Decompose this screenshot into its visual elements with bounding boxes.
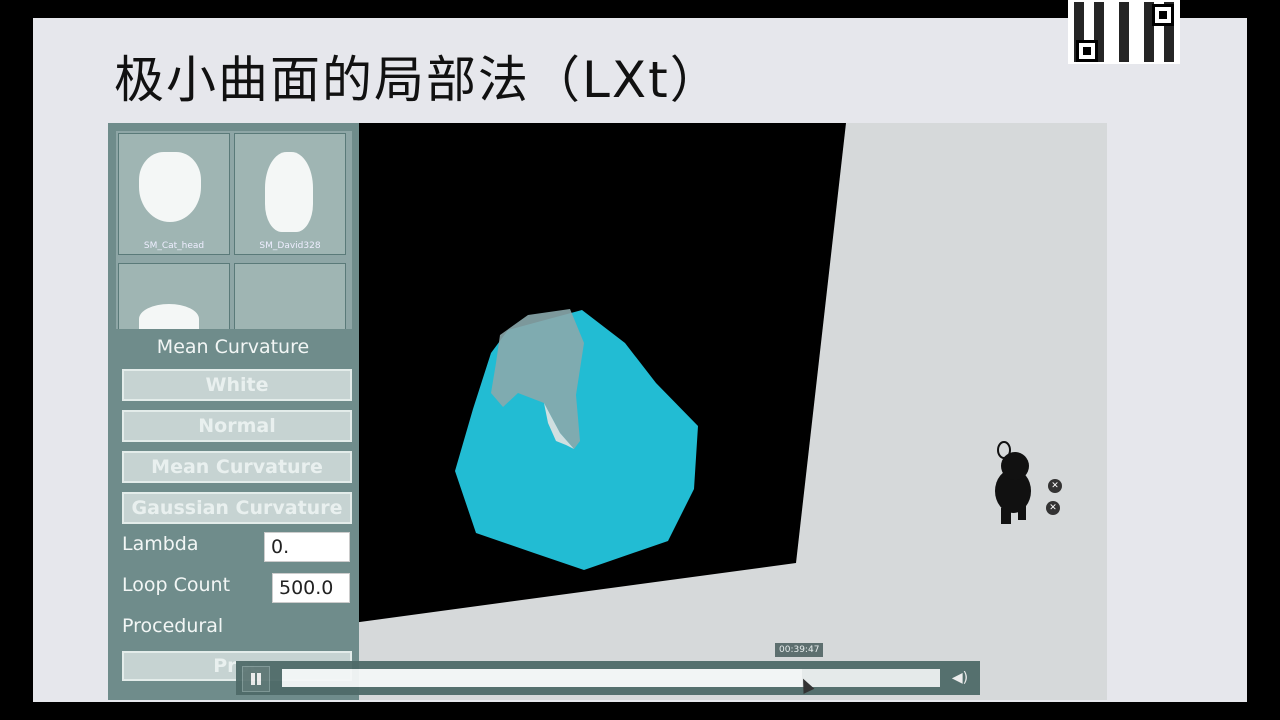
procedural-label: Procedural bbox=[122, 615, 224, 637]
thumbnail-3[interactable] bbox=[118, 263, 230, 329]
cat-head-shape bbox=[139, 152, 201, 222]
loop-count-input[interactable]: 500.0 bbox=[272, 573, 350, 603]
seek-progress bbox=[282, 669, 802, 687]
thumbnail-label: SM_Cat_head bbox=[143, 241, 205, 251]
slide-title: 极小曲面的局部法（LXt） bbox=[114, 51, 722, 109]
pause-icon[interactable] bbox=[242, 666, 270, 692]
thumbnail-cat-head[interactable]: SM_Cat_head bbox=[118, 133, 230, 255]
normal-button[interactable]: Normal bbox=[122, 410, 352, 442]
side-x-icon[interactable]: ✕ bbox=[1048, 479, 1062, 493]
david-head-shape bbox=[265, 152, 313, 232]
control-panel: SM_Cat_head SM_David328 Mean Curvature W… bbox=[108, 123, 359, 700]
mesh-thumbnail-list: SM_Cat_head SM_David328 bbox=[116, 131, 352, 329]
time-tooltip: 00:39:47 bbox=[775, 643, 824, 657]
thumbnail-shape bbox=[139, 304, 199, 329]
qr-eye bbox=[1076, 40, 1098, 62]
thumbnail-david[interactable]: SM_David328 bbox=[234, 133, 346, 255]
seek-bar[interactable] bbox=[282, 669, 940, 687]
gaussian-curvature-button[interactable]: Gaussian Curvature bbox=[122, 492, 352, 524]
mean-curvature-button[interactable]: Mean Curvature bbox=[122, 451, 352, 483]
white-button[interactable]: White bbox=[122, 369, 352, 401]
qr-code bbox=[1068, 0, 1180, 64]
thumbnail-label: SM_David328 bbox=[259, 241, 321, 251]
section-title: Mean Curvature bbox=[156, 336, 310, 358]
lambda-label: Lambda bbox=[122, 533, 199, 555]
side-close-icon[interactable]: ✕ bbox=[1046, 501, 1060, 515]
thumbnail-4[interactable] bbox=[234, 263, 346, 329]
lambda-input[interactable]: 0. bbox=[264, 532, 350, 562]
volume-icon[interactable]: ◀) bbox=[948, 668, 972, 688]
qr-eye bbox=[1152, 4, 1174, 26]
player-controls: ◀) bbox=[236, 661, 980, 695]
kumamon-watermark bbox=[995, 441, 1031, 524]
video-player[interactable]: ✕ ✕ SM_Cat_head SM_David328 Mean Curvatu… bbox=[108, 123, 1107, 700]
loop-count-label: Loop Count bbox=[122, 574, 231, 596]
